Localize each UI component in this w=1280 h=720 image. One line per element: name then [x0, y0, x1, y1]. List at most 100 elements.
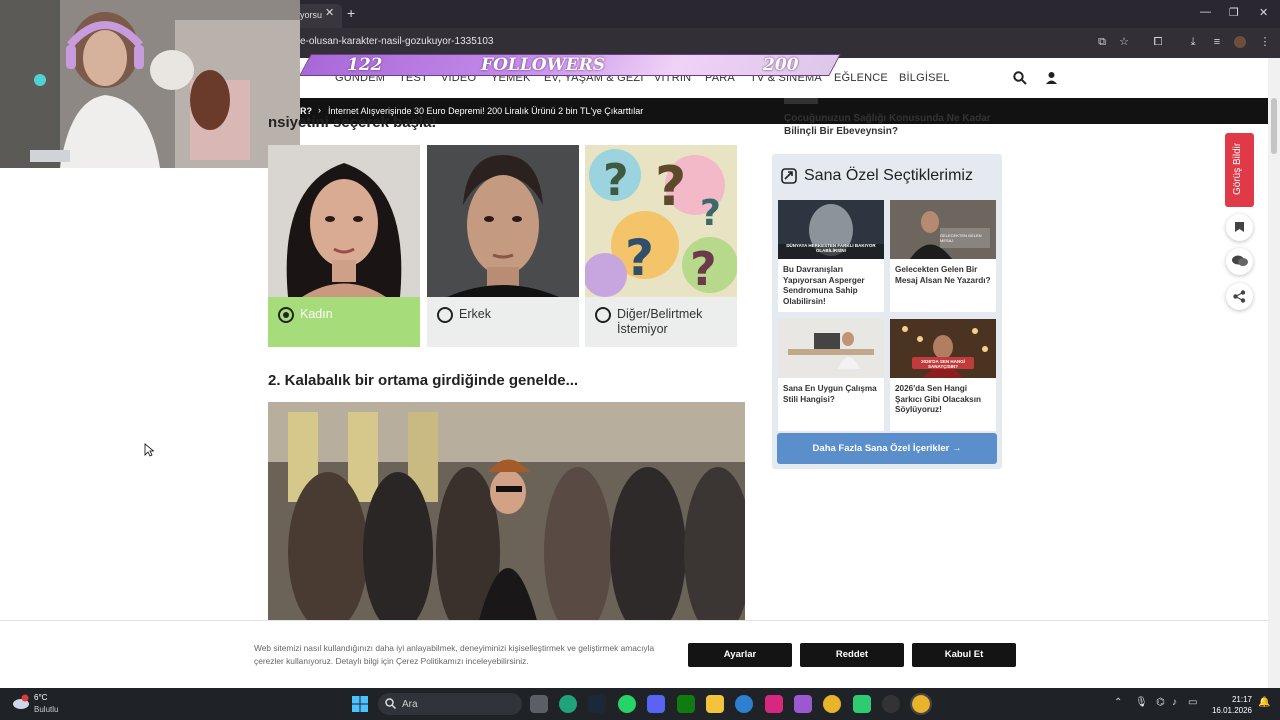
crowd-scene-image — [268, 402, 745, 624]
cookie-text: Web sitemizi nasıl kullandığınızı daha i… — [254, 643, 655, 666]
browser-tab[interactable]: yorsu — [296, 4, 342, 28]
scrollbar-thumb[interactable] — [1271, 98, 1277, 154]
pick-title: Sana En Uygun Çalışma Stili Hangisi? — [783, 384, 877, 404]
weather-temperature[interactable]: 6°C — [34, 693, 47, 702]
pick-thumb: GELECEKTEN GELEN MESAJ — [890, 200, 996, 259]
extensions-icon[interactable]: ⧠ — [1152, 36, 1164, 48]
radio-unselected[interactable] — [437, 307, 453, 323]
chrome-icon[interactable] — [823, 695, 841, 713]
svg-text:?: ? — [625, 229, 654, 287]
nav-eglence[interactable]: EĞLENCE — [834, 72, 888, 84]
svg-text:?: ? — [700, 193, 721, 234]
question-2-title: 2. Kalabalık bir ortama girdiğinde genel… — [268, 372, 579, 389]
question-2-image — [268, 402, 745, 624]
clock-date: 16.01.2026 — [1211, 706, 1252, 715]
windows-start-icon[interactable] — [352, 696, 368, 712]
search-icon[interactable] — [1013, 71, 1027, 85]
chrome-active-icon[interactable] — [910, 693, 932, 715]
save-bookmark-icon[interactable] — [1226, 214, 1253, 241]
os-taskbar — [0, 688, 1280, 720]
pick-card[interactable]: GELECEKTEN GELEN MESAJ Gelecekten Gelen … — [890, 200, 996, 312]
option-card-diger[interactable]: ? ? ? ? ? Diğer/Belirtmek İstemiyor — [585, 145, 737, 347]
feedback-label: Görüş Bildir — [1232, 142, 1243, 195]
battery-icon[interactable]: ▭ — [1188, 697, 1197, 708]
svg-text:?: ? — [655, 155, 686, 218]
pick-title: Bu Davranışları Yapıyorsan Asperger Send… — [783, 265, 865, 306]
pick-card[interactable]: Sana En Uygun Çalışma Stili Hangisi? — [778, 319, 884, 431]
network-icon[interactable]: ⌬ — [1156, 697, 1165, 708]
tray-chevron-icon[interactable]: ⌃ — [1114, 697, 1122, 708]
pick-thumb: 2026'DA SEN HANGİ SANATÇISIN? — [890, 319, 996, 378]
minimize-icon[interactable]: — — [1200, 6, 1211, 18]
option-label-erkek: Erkek — [459, 307, 491, 321]
steam-icon[interactable] — [588, 695, 606, 713]
app-green-icon[interactable] — [853, 695, 871, 713]
webcam-image — [0, 0, 300, 168]
edge-icon[interactable] — [559, 695, 577, 713]
cookie-settings-button[interactable]: Ayarlar — [688, 643, 792, 667]
followers-goal: 200 — [763, 55, 799, 75]
xbox-icon[interactable] — [677, 695, 695, 713]
maximize-icon[interactable]: ❐ — [1229, 6, 1239, 19]
profile-avatar-icon[interactable] — [1234, 36, 1246, 48]
notification-icon[interactable]: 🔔 — [1258, 697, 1270, 708]
option-image-man — [427, 145, 579, 297]
question-1-title: nsiyetini seçerek başla! — [268, 114, 437, 131]
picks-title: Sana Özel Seçtiklerimiz — [804, 167, 973, 184]
option-card-erkek[interactable]: Erkek — [427, 145, 579, 347]
feedback-button[interactable]: Görüş Bildir — [1225, 133, 1254, 207]
cookie-reject-button[interactable]: Reddet — [800, 643, 904, 667]
share-icon[interactable] — [1226, 283, 1253, 310]
reading-list-icon[interactable]: ≡ — [1211, 36, 1223, 48]
app-c-icon[interactable] — [735, 695, 753, 713]
option-footer — [268, 297, 420, 347]
option-label-kadin: Kadın — [300, 307, 333, 321]
obs-icon[interactable] — [882, 695, 900, 713]
pick-thumb: DÜNYAYA HERKESTEN FARKLI BAKIYOR OLABİLİ… — [778, 200, 884, 259]
option-card-kadin[interactable]: Kadın — [268, 145, 420, 347]
task-view-icon[interactable] — [530, 695, 548, 713]
new-tab-icon[interactable]: + — [347, 5, 355, 21]
cookie-accept-button[interactable]: Kabul Et — [912, 643, 1016, 667]
bookmark-star-icon[interactable]: ☆ — [1118, 36, 1130, 48]
pick-card[interactable]: DÜNYAYA HERKESTEN FARKLI BAKIYOR OLABİLİ… — [778, 200, 884, 312]
option-footer — [427, 297, 579, 347]
followers-count: 122 — [347, 55, 383, 75]
prev-article-title[interactable]: Çocuğunuzun Sağlığı Konusunda Ne Kadar B… — [784, 112, 994, 138]
nav-bilgisel[interactable]: BİLGİSEL — [899, 72, 950, 84]
pick-thumb-caption: 2026'DA SEN HANGİ SANATÇISIN? — [921, 359, 965, 369]
svg-text:?: ? — [690, 242, 717, 296]
menu-kebab-icon[interactable]: ⋮ — [1259, 36, 1271, 48]
comments-icon[interactable] — [1226, 248, 1253, 275]
microphone-icon[interactable]: 🎙 — [1135, 697, 1148, 708]
window-close-icon[interactable]: ✕ — [1259, 6, 1268, 19]
install-icon[interactable]: ⧉ — [1096, 36, 1108, 48]
option-image-question-marks: ? ? ? ? ? — [585, 145, 737, 297]
pick-thumb-caption: DÜNYAYA HERKESTEN FARKLI BAKIYOR OLABİLİ… — [786, 243, 876, 253]
radio-selected[interactable] — [278, 307, 294, 323]
svg-text:?: ? — [603, 155, 629, 206]
weather-description[interactable]: Bulutlu — [34, 705, 58, 714]
more-content-button[interactable]: Daha Fazla Sana Özel İçerikler → — [777, 433, 997, 464]
download-icon[interactable]: ⤓ — [1187, 36, 1199, 48]
prev-article-thumb[interactable] — [784, 98, 818, 104]
user-icon[interactable] — [1045, 71, 1058, 84]
tab-close-icon[interactable]: ✕ — [325, 6, 334, 19]
radio-unselected[interactable] — [595, 307, 611, 323]
taskbar-clock[interactable]: 21:17 16.01.2026 — [1210, 694, 1252, 716]
volume-icon[interactable]: ♪ — [1172, 697, 1177, 708]
weather-cloud-icon[interactable] — [11, 694, 31, 710]
option-image-woman — [268, 145, 420, 297]
url-text[interactable]: e-olusan-karakter-nasil-gozukuyor-133510… — [300, 36, 493, 47]
taskbar-search-icon — [385, 698, 396, 709]
figma-icon[interactable] — [794, 695, 812, 713]
taskbar-search[interactable] — [378, 693, 522, 715]
file-explorer-icon[interactable] — [706, 695, 724, 713]
whatsapp-icon[interactable] — [618, 695, 636, 713]
instagram-icon[interactable] — [765, 695, 783, 713]
trending-icon — [781, 168, 797, 184]
clock-time: 21:17 — [1231, 695, 1252, 704]
followers-overlay: 122 FOLLOWERS 200 — [299, 54, 841, 78]
pick-card[interactable]: 2026'DA SEN HANGİ SANATÇISIN? 2026'da Se… — [890, 319, 996, 431]
discord-icon[interactable] — [647, 695, 665, 713]
